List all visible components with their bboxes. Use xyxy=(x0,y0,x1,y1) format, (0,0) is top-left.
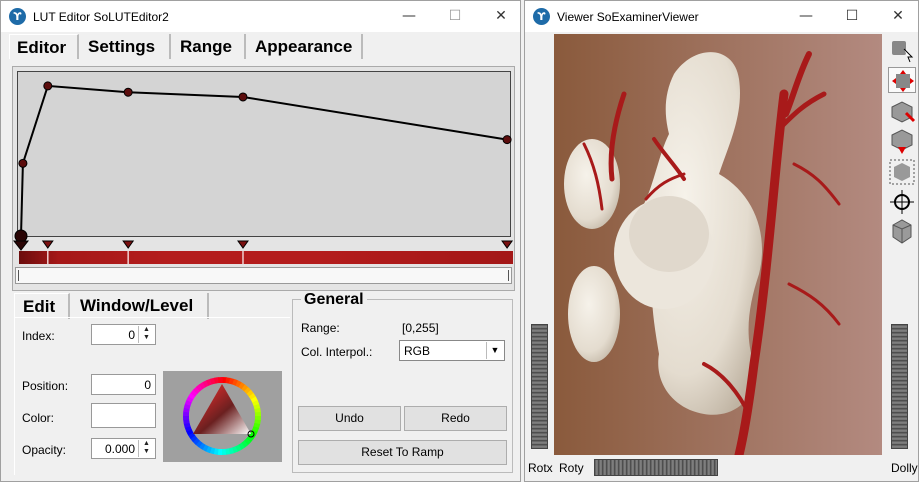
general-title: General xyxy=(301,291,367,309)
title-bar[interactable]: ϒ LUT Editor SoLUTEditor2 — ☐ ✕ xyxy=(1,1,520,32)
color-wheel[interactable] xyxy=(163,371,282,462)
view-all-icon[interactable] xyxy=(888,159,916,185)
color-marker[interactable] xyxy=(122,240,135,249)
general-group: General Range: [0,255] Col. Interpol.: R… xyxy=(292,291,513,473)
color-marker[interactable] xyxy=(237,240,249,249)
lut-editor-frame xyxy=(12,66,515,291)
reset-to-ramp-button[interactable]: Reset To Ramp xyxy=(298,440,507,465)
color-marker[interactable] xyxy=(41,240,54,249)
control-point[interactable] xyxy=(123,87,133,97)
rotate-hand-icon[interactable] xyxy=(888,67,916,93)
transfer-function-plot[interactable] xyxy=(14,71,512,243)
interp-select[interactable]: RGB ▼ xyxy=(399,340,505,361)
maximize-button[interactable]: ☐ xyxy=(829,1,875,32)
tab-appearance[interactable]: Appearance xyxy=(248,34,363,59)
position-value: 0 xyxy=(144,378,151,392)
tab-window-level[interactable]: Window/Level xyxy=(72,293,209,319)
opacity-label: Opacity: xyxy=(22,443,67,457)
index-stepper-arrows[interactable]: ▲ ▼ xyxy=(138,326,154,343)
range-value: [0,255] xyxy=(402,321,439,335)
interp-label: Col. Interpol.: xyxy=(301,345,373,359)
home-icon[interactable] xyxy=(888,99,916,125)
maximize-button[interactable]: ☐ xyxy=(432,1,478,32)
control-point[interactable] xyxy=(18,158,28,168)
color-wheel-box[interactable] xyxy=(163,371,282,462)
app-logo-icon: ϒ xyxy=(533,8,550,25)
scroll-left-handle[interactable] xyxy=(18,270,19,281)
opacity-value: 0.000 xyxy=(104,442,135,456)
set-home-icon[interactable] xyxy=(888,129,916,155)
opacity-spinbox[interactable]: 0.000 ▲ ▼ xyxy=(91,438,156,459)
minimize-button[interactable]: — xyxy=(783,1,829,32)
seek-icon[interactable] xyxy=(888,189,916,215)
roty-label: Roty xyxy=(559,461,584,475)
dolly-thumbwheel[interactable] xyxy=(891,324,908,449)
color-label: Color: xyxy=(22,411,55,425)
color-marker[interactable] xyxy=(501,240,514,249)
tab-edit[interactable]: Edit xyxy=(14,293,70,319)
tab-range[interactable]: Range xyxy=(173,34,246,59)
transfer-curve[interactable] xyxy=(20,84,508,237)
close-button[interactable]: ✕ xyxy=(478,1,520,32)
roty-thumbwheel[interactable] xyxy=(594,459,718,476)
index-spinbox[interactable]: 0 ▲ ▼ xyxy=(91,324,156,345)
rotx-label: Rotx xyxy=(528,461,553,475)
position-field[interactable]: 0 xyxy=(91,374,156,395)
control-point[interactable] xyxy=(238,92,248,102)
tab-editor[interactable]: Editor xyxy=(9,34,79,59)
lut-editor-window: ϒ LUT Editor SoLUTEditor2 — ☐ ✕ Editor S… xyxy=(0,0,521,482)
redo-button[interactable]: Redo xyxy=(404,406,507,431)
index-label: Index: xyxy=(22,329,55,343)
index-value: 0 xyxy=(128,328,135,342)
close-button[interactable]: ✕ xyxy=(875,1,918,32)
interp-value: RGB xyxy=(404,344,431,358)
minimize-button[interactable]: — xyxy=(386,1,432,32)
scroll-right-handle[interactable] xyxy=(508,270,509,281)
3d-viewport[interactable] xyxy=(554,34,882,455)
pick-arrow-icon[interactable] xyxy=(888,37,916,63)
window-title: LUT Editor SoLUTEditor2 xyxy=(33,10,169,24)
color-marker[interactable] xyxy=(12,240,30,251)
app-logo-icon: ϒ xyxy=(9,8,26,25)
volume-render-scene[interactable] xyxy=(554,34,882,455)
dolly-label: Dolly xyxy=(891,461,918,475)
tab-settings[interactable]: Settings xyxy=(81,34,171,59)
viewer-title-bar[interactable]: ϒ Viewer SoExaminerViewer — ☐ ✕ xyxy=(525,1,918,32)
rotx-thumbwheel[interactable] xyxy=(531,324,548,449)
viewer-window: ϒ Viewer SoExaminerViewer — ☐ ✕ Rotx Rot… xyxy=(524,0,919,482)
color-swatch-button[interactable] xyxy=(91,403,156,428)
range-scrollbar[interactable] xyxy=(15,267,512,284)
range-label: Range: xyxy=(301,321,340,335)
undo-button[interactable]: Undo xyxy=(298,406,401,431)
position-label: Position: xyxy=(22,379,69,393)
control-point[interactable] xyxy=(502,135,512,145)
viewer-window-title: Viewer SoExaminerViewer xyxy=(557,10,699,24)
opacity-stepper-arrows[interactable]: ▲ ▼ xyxy=(138,440,154,457)
chevron-down-icon[interactable]: ▼ xyxy=(486,342,503,359)
control-point[interactable] xyxy=(43,81,53,91)
perspective-icon[interactable] xyxy=(888,219,916,245)
color-ramp-ticks xyxy=(47,251,244,264)
